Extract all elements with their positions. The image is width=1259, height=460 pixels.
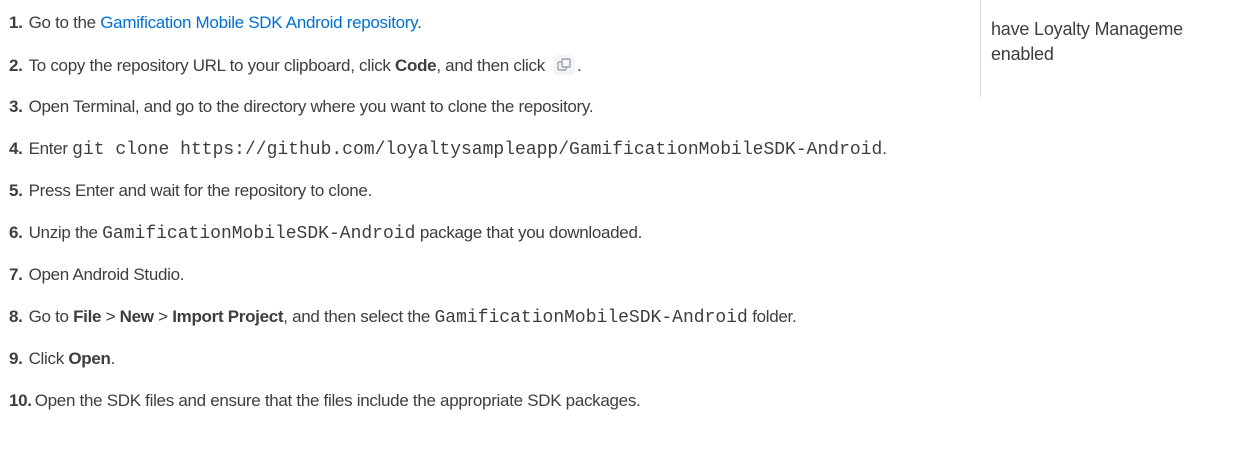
step-text: Press Enter and wait for the repository … bbox=[28, 181, 373, 200]
open-button-label: Open bbox=[68, 349, 111, 368]
repository-link[interactable]: Gamification Mobile SDK Android reposito… bbox=[100, 13, 417, 32]
step-text: Click bbox=[28, 349, 69, 368]
step-text-mid: , and then click bbox=[436, 56, 545, 75]
step-7: 7. Open Android Studio. bbox=[9, 265, 185, 285]
step-number: 2. bbox=[9, 56, 23, 75]
step-3: 3. Open Terminal, and go to the directory… bbox=[9, 97, 594, 117]
step-8: 8. Go to File > New > Import Project, and… bbox=[9, 307, 797, 328]
step-number: 7. bbox=[9, 265, 23, 284]
step-text: Open Android Studio. bbox=[28, 265, 185, 284]
step-text-end: . bbox=[576, 56, 582, 75]
step-10: 10. Open the SDK files and ensure that th… bbox=[9, 391, 641, 411]
package-name: GamificationMobileSDK-Android bbox=[102, 224, 416, 244]
copy-icon[interactable] bbox=[552, 55, 575, 75]
step-text: Go to bbox=[28, 307, 74, 326]
step-text: Open the SDK files and ensure that the f… bbox=[34, 391, 641, 410]
step-number: 10. bbox=[9, 391, 32, 410]
step-number: 6. bbox=[9, 223, 23, 242]
step-text: To copy the repository URL to your clipb… bbox=[28, 56, 396, 75]
sidebar-note-line-1: have Loyalty Manageme bbox=[991, 19, 1183, 39]
step-2: 2. To copy the repository URL to your cli… bbox=[9, 55, 582, 76]
requirements-sidebar: have Loyalty Manageme enabled bbox=[980, 0, 1259, 97]
step-number: 3. bbox=[9, 97, 23, 116]
step-6: 6. Unzip the GamificationMobileSDK-Androi… bbox=[9, 223, 642, 244]
step-text-end: . bbox=[882, 139, 887, 158]
menu-separator: > bbox=[153, 307, 173, 326]
step-9: 9. Click Open. bbox=[9, 349, 115, 369]
folder-name: GamificationMobileSDK-Android bbox=[434, 308, 748, 328]
step-text-end: . bbox=[110, 349, 116, 368]
code-button-label: Code bbox=[395, 56, 437, 75]
step-text-end: folder. bbox=[747, 307, 797, 326]
step-number: 5. bbox=[9, 181, 23, 200]
step-text-end: . bbox=[417, 13, 422, 32]
step-text: Enter bbox=[28, 139, 73, 158]
git-clone-command: git clone https://github.com/loyaltysamp… bbox=[72, 140, 883, 160]
step-number: 4. bbox=[9, 139, 23, 158]
menu-separator: > bbox=[101, 307, 120, 326]
step-1: 1. Go to the Gamification Mobile SDK Andr… bbox=[9, 13, 422, 33]
step-text: Unzip the bbox=[28, 223, 103, 242]
step-text-end: package that you downloaded. bbox=[415, 223, 643, 242]
step-number: 9. bbox=[9, 349, 23, 368]
step-4: 4. Enter git clone https://github.com/loy… bbox=[9, 139, 887, 160]
sidebar-note-line-2: enabled bbox=[991, 44, 1054, 64]
step-number: 8. bbox=[9, 307, 23, 326]
step-5: 5. Press Enter and wait for the repositor… bbox=[9, 181, 372, 201]
step-text: Open Terminal, and go to the directory w… bbox=[28, 97, 594, 116]
new-menu-label: New bbox=[119, 307, 154, 326]
sidebar-note: have Loyalty Manageme enabled bbox=[991, 17, 1183, 67]
step-text: Go to the bbox=[28, 13, 101, 32]
step-number: 1. bbox=[9, 13, 23, 32]
import-project-menu-label: Import Project bbox=[172, 307, 284, 326]
step-text-mid: , and then select the bbox=[283, 307, 435, 326]
file-menu-label: File bbox=[73, 307, 102, 326]
